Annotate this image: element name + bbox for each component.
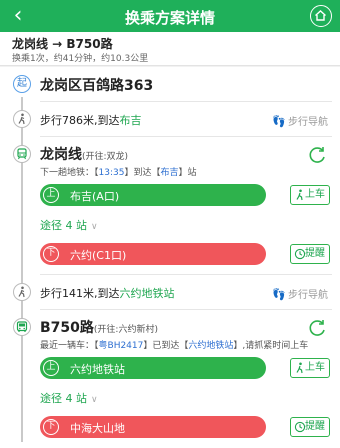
refresh-icon[interactable] — [306, 317, 328, 339]
route-summary: 龙岗线 → B750路 换乘1次，约41分钟，约10.3公里 — [0, 32, 340, 66]
home-icon[interactable] — [310, 5, 332, 27]
alight-station: 六约(C1口) — [70, 249, 127, 262]
recent-prefix: 最近一辆车：【 — [40, 341, 99, 351]
chevron-down-icon: ∨ — [91, 222, 98, 232]
alight-station: 中海大山地 — [70, 422, 125, 435]
start-badge: 起 — [13, 75, 31, 93]
next-time: 13:35 — [98, 168, 125, 178]
via-label: 途径 4 站 — [40, 392, 87, 405]
clock-icon — [294, 248, 306, 260]
footprint-icon: 👣 — [272, 288, 286, 301]
line-direction: (开往:双龙) — [82, 152, 129, 162]
chevron-down-icon: ∨ — [91, 395, 98, 405]
walk-instruction: 步行786米,到达布吉 — [40, 112, 142, 128]
page-title: 换乘方案详情 — [124, 9, 215, 27]
next-train-info: 下一趟地铁：【13:35】到达【布吉】站 — [40, 165, 197, 178]
walk-step-2: 步行141米,到达六约地铁站 👣 步行导航 — [0, 275, 340, 309]
walk-destination: 布吉 — [119, 114, 142, 127]
walk-nav-label: 步行导航 — [288, 290, 328, 301]
walk-nav-button[interactable]: 👣 步行导航 — [272, 113, 328, 128]
refresh-icon[interactable] — [306, 144, 328, 166]
next-prefix: 下一趟地铁：【 — [40, 168, 99, 178]
board-badge: 上 — [43, 187, 59, 203]
next-station: 布吉 — [160, 168, 179, 178]
board-station-pill[interactable]: 上 六约地铁站 — [40, 357, 266, 379]
app-header: ‹ 换乘方案详情 — [0, 0, 340, 32]
board-station: 六约地铁站 — [70, 363, 125, 376]
clock-icon — [294, 421, 306, 433]
recent-station: 六约地铁站 — [188, 341, 234, 351]
start-step: 起 龙岗区百鸽路363 — [0, 67, 340, 99]
via-stops-toggle[interactable]: 途径 4 站 ∨ — [40, 390, 98, 406]
alight-badge: 下 — [43, 246, 59, 262]
metro-step: 龙岗线(开往:双龙) 下一趟地铁：【13:35】到达【布吉】站 上 布吉(A口)… — [0, 137, 340, 273]
remind-label: 提醒 — [305, 248, 325, 259]
walk-destination: 六约地铁站 — [119, 287, 175, 300]
board-button[interactable]: 上车 — [290, 185, 330, 205]
bus-icon — [13, 318, 31, 336]
board-button[interactable]: 上车 — [290, 358, 330, 378]
metro-line-name: 龙岗线(开往:双龙) — [40, 144, 128, 164]
step-list: 起 龙岗区百鸽路363 步行786米,到达布吉 👣 步行导航 龙岗线(开往:双龙)… — [0, 67, 340, 448]
via-stops-toggle[interactable]: 途径 4 站 ∨ — [40, 217, 98, 233]
walk-nav-button[interactable]: 👣 步行导航 — [272, 286, 328, 301]
next-suffix: 】站 — [178, 168, 197, 178]
recent-bus-info: 最近一辆车：【粤BH2417】已到达【六约地铁站】,请抓紧时间上车 — [40, 338, 308, 351]
walk-icon — [296, 189, 303, 201]
alight-badge: 下 — [43, 419, 59, 435]
alight-station-pill[interactable]: 下 六约(C1口) — [40, 243, 266, 265]
bus-step: B750路(开往:六约新村) 最近一辆车：【粤BH2417】已到达【六约地铁站】… — [0, 310, 340, 448]
recent-mid: 】已到达【 — [143, 341, 189, 351]
remind-button[interactable]: 提醒 — [290, 244, 330, 264]
walk-step-1: 步行786米,到达布吉 👣 步行导航 — [0, 102, 340, 136]
alight-station-pill[interactable]: 下 中海大山地 — [40, 416, 266, 438]
footprint-icon: 👣 — [272, 115, 286, 128]
board-station-pill[interactable]: 上 布吉(A口) — [40, 184, 266, 206]
line-name: 龙岗线 — [40, 147, 82, 163]
board-action-label: 上车 — [305, 189, 325, 200]
bus-line-name: B750路(开往:六约新村) — [40, 317, 158, 337]
board-badge: 上 — [43, 360, 59, 376]
remind-button[interactable]: 提醒 — [290, 417, 330, 437]
walk-text: 步行141米,到达 — [40, 287, 120, 300]
board-station: 布吉(A口) — [70, 190, 120, 203]
walk-instruction: 步行141米,到达六约地铁站 — [40, 285, 175, 301]
walk-icon — [13, 110, 31, 128]
walk-icon — [13, 283, 31, 301]
next-mid: 】到达【 — [124, 168, 161, 178]
line-direction: (开往:六约新村) — [93, 325, 158, 335]
board-action-label: 上车 — [305, 362, 325, 373]
via-label: 途径 4 站 — [40, 219, 87, 232]
remind-label: 提醒 — [305, 421, 325, 432]
route-title: 龙岗线 → B750路 — [12, 37, 113, 51]
recent-suffix: 】,请抓紧时间上车 — [233, 341, 309, 351]
metro-icon — [13, 145, 31, 163]
line-name: B750路 — [40, 320, 94, 336]
bus-plate: 粤BH2417 — [98, 341, 144, 351]
walk-text: 步行786米,到达 — [40, 114, 120, 127]
route-detail: 换乘1次，约41分钟，约10.3公里 — [12, 54, 149, 64]
walk-nav-label: 步行导航 — [288, 117, 328, 128]
walk-icon — [296, 362, 303, 374]
start-location: 龙岗区百鸽路363 — [40, 78, 154, 94]
